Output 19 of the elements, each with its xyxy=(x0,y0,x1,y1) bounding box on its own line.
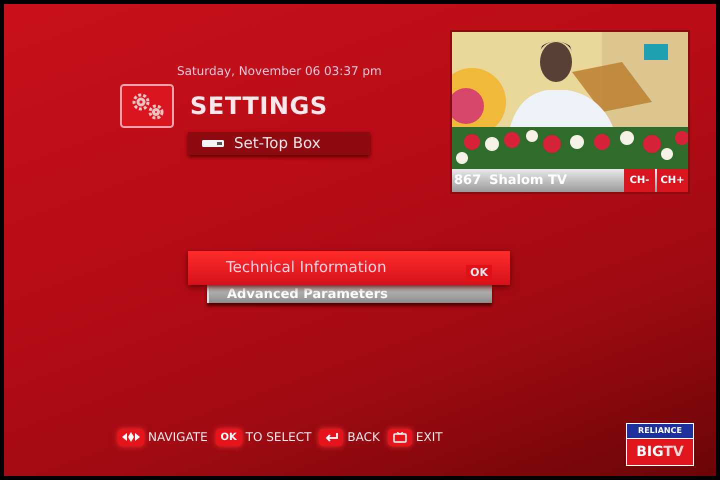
legend-label: TO SELECT xyxy=(246,429,312,446)
set-top-box-icon xyxy=(202,140,224,147)
ok-badge: OK xyxy=(466,265,492,282)
channel-number: 867 xyxy=(454,172,482,190)
ok-key: OK xyxy=(216,428,242,446)
page-title: SETTINGS xyxy=(190,91,328,122)
arrows-icon xyxy=(118,428,144,446)
legend-label: BACK xyxy=(347,429,380,446)
channel-name: Shalom TV xyxy=(489,172,567,190)
menu-item[interactable]: Technical Information OK xyxy=(188,251,510,285)
date-time: Saturday, November 06 03:37 pm xyxy=(177,63,382,80)
legend-label: EXIT xyxy=(416,429,443,446)
legend-label: NAVIGATE xyxy=(148,429,208,446)
return-icon xyxy=(319,428,344,446)
brand-logo: RELIANCE BIGTV xyxy=(626,423,694,466)
section-subtitle: Set-Top Box xyxy=(234,133,321,154)
channel-switch-button[interactable]: CH+ xyxy=(657,169,688,192)
tv-icon xyxy=(388,428,412,446)
channel-switch-button[interactable]: CH- xyxy=(624,169,655,192)
